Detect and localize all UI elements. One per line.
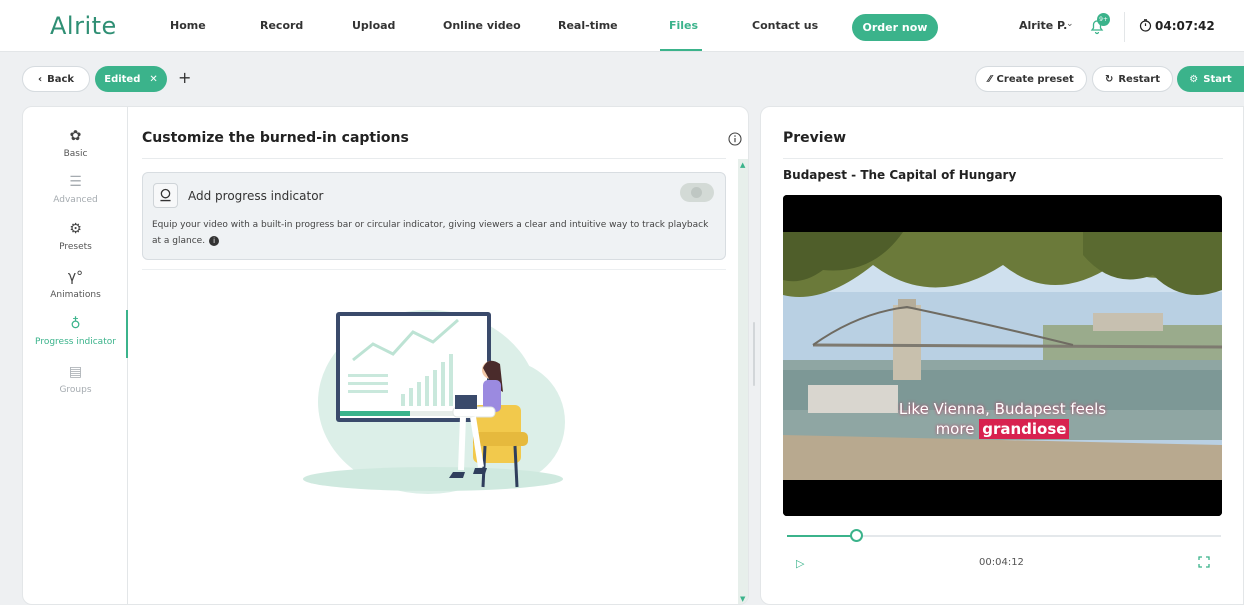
fullscreen-icon[interactable] xyxy=(1198,556,1210,568)
preview-title: Preview xyxy=(783,130,847,146)
nav-contact-us[interactable]: Contact us xyxy=(752,19,818,32)
divider xyxy=(783,158,1223,159)
time-readout: 00:04:12 xyxy=(979,557,1024,568)
panel-title: Customize the burned-in captions xyxy=(142,130,409,146)
restart-label: Restart xyxy=(1118,73,1161,85)
sidebar-item-animations[interactable]: γ° Animations xyxy=(23,269,128,300)
sidebar-item-basic[interactable]: ✿ Basic xyxy=(23,128,128,159)
app-logo[interactable]: Alrite xyxy=(50,12,117,40)
groups-icon: ▤ xyxy=(68,364,83,380)
sidebar-item-label: Presets xyxy=(59,242,92,252)
sidebar-item-label: Advanced xyxy=(53,195,98,205)
nav-real-time[interactable]: Real-time xyxy=(558,19,618,32)
card-label: Add progress indicator xyxy=(188,189,324,203)
tab-label: Edited xyxy=(104,73,141,85)
sidebar-item-progress-indicator[interactable]: ♁ Progress indicator xyxy=(23,316,128,347)
start-button[interactable]: ⚙ Start xyxy=(1177,66,1244,92)
info-icon[interactable]: i xyxy=(209,235,220,246)
timer-readout: 04:07:42 xyxy=(1155,19,1215,33)
nav-files[interactable]: Files xyxy=(669,19,698,32)
nav-record[interactable]: Record xyxy=(260,19,303,32)
progress-indicator-icon: ♁ xyxy=(70,316,81,332)
sidebar-item-groups[interactable]: ▤ Groups xyxy=(23,364,128,395)
progress-indicator-toggle[interactable] xyxy=(680,183,714,202)
sidebar-item-label: Basic xyxy=(63,149,88,159)
create-preset-label: Create preset xyxy=(996,73,1074,85)
editor-panel: ✿ Basic ☰ Advanced ⚙ Presets γ° Animatio… xyxy=(22,106,749,605)
divider xyxy=(1124,12,1125,42)
settings-sidebar: ✿ Basic ☰ Advanced ⚙ Presets γ° Animatio… xyxy=(23,107,128,604)
scroll-down-icon[interactable]: ▼ xyxy=(740,595,745,603)
sidebar-item-label: Progress indicator xyxy=(35,337,116,347)
add-tab-icon[interactable]: + xyxy=(178,68,191,87)
video-frame xyxy=(783,195,1222,516)
scrollbar[interactable] xyxy=(738,159,748,604)
restart-icon: ↻ xyxy=(1104,73,1114,85)
nav-home[interactable]: Home xyxy=(170,19,206,32)
panel-resize-handle[interactable] xyxy=(753,322,755,386)
sliders-icon: ☰ xyxy=(69,174,82,190)
nav-upload[interactable]: Upload xyxy=(352,19,395,32)
tab-edited[interactable]: Edited ✕ xyxy=(95,66,167,92)
caption-line-1: Like Vienna, Budapest feels xyxy=(898,400,1107,418)
toggle-knob xyxy=(691,187,702,198)
nav-online-video[interactable]: Online video xyxy=(443,19,521,32)
progress-indicator-illustration xyxy=(303,310,565,494)
notification-badge: 9+ xyxy=(1097,13,1110,26)
top-nav: Alrite Home Record Upload Online video R… xyxy=(0,0,1244,52)
chevron-down-icon[interactable]: ⌄ xyxy=(1066,19,1074,29)
palette-icon: ✿ xyxy=(69,128,82,144)
sidebar-item-label: Groups xyxy=(59,385,92,395)
progress-indicator-card: Add progress indicator Equip your video … xyxy=(142,172,726,260)
user-menu[interactable]: Alrite P. xyxy=(1019,19,1067,32)
video-player[interactable]: Like Vienna, Budapest feels more grandio… xyxy=(783,195,1222,516)
scroll-up-icon[interactable]: ▲ xyxy=(740,161,745,169)
nav-active-indicator xyxy=(660,49,702,51)
animation-icon: γ° xyxy=(67,269,84,285)
stopwatch-icon xyxy=(1139,19,1152,32)
restart-button[interactable]: ↻ Restart xyxy=(1092,66,1173,92)
caption-line-2: more grandiose xyxy=(783,419,1222,439)
divider xyxy=(142,269,726,270)
card-description: Equip your video with a built-in progres… xyxy=(152,217,718,249)
order-now-button[interactable]: Order now xyxy=(852,14,938,41)
divider xyxy=(142,158,726,159)
card-description-text: Equip your video with a built-in progres… xyxy=(152,220,709,246)
seek-bar-progress xyxy=(787,535,857,537)
back-label: Back xyxy=(47,73,75,85)
close-icon[interactable]: ✕ xyxy=(149,74,157,85)
info-icon[interactable] xyxy=(728,132,742,146)
cog-badge-icon: ⚙ xyxy=(69,221,82,237)
start-label: Start xyxy=(1203,73,1232,85)
play-icon[interactable]: ▷ xyxy=(796,557,804,570)
back-button[interactable]: ‹ Back xyxy=(22,66,90,92)
wand-icon: ⁄⁄ xyxy=(988,73,992,85)
create-preset-button[interactable]: ⁄⁄ Create preset xyxy=(975,66,1087,92)
seek-bar-thumb[interactable] xyxy=(850,529,864,542)
chevron-left-icon: ‹ xyxy=(37,73,43,85)
sidebar-item-presets[interactable]: ⚙ Presets xyxy=(23,221,128,252)
sidebar-active-indicator xyxy=(126,310,128,358)
progress-indicator-icon xyxy=(153,183,178,208)
video-title: Budapest - The Capital of Hungary xyxy=(783,168,1017,182)
caption-highlighted-word: grandiose xyxy=(979,419,1070,439)
start-icon: ⚙ xyxy=(1189,73,1199,85)
caption-word: more xyxy=(935,420,975,438)
preview-panel: Preview Budapest - The Capital of Hungar… xyxy=(760,106,1244,605)
sidebar-item-advanced[interactable]: ☰ Advanced xyxy=(23,174,128,205)
sidebar-item-label: Animations xyxy=(50,290,101,300)
